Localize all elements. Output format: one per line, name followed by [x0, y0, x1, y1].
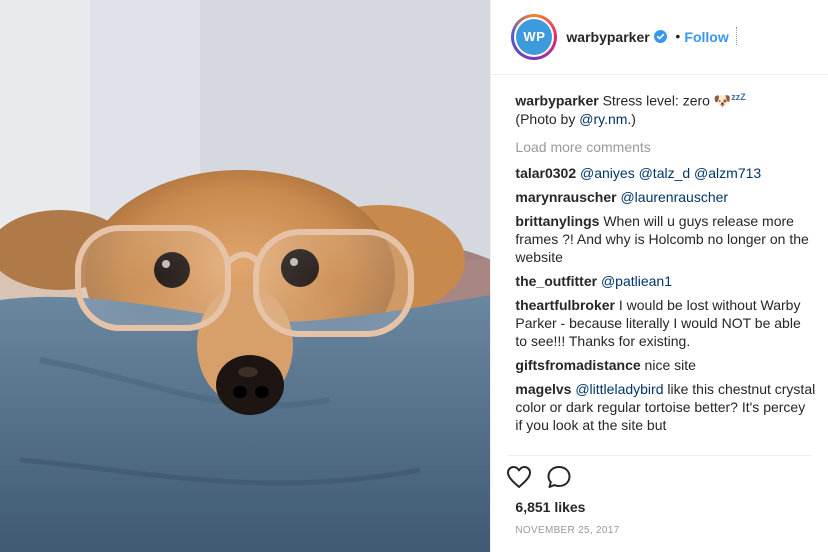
comment-row: marynrauscher @laurenrauscher: [515, 188, 815, 206]
comment-username[interactable]: brittanylings: [515, 213, 599, 229]
comment-mention[interactable]: @littleladybird: [575, 381, 663, 397]
comment-row: theartfulbroker I would be lost without …: [515, 296, 815, 350]
post-sidebar: WP warbyparker • Follow warbyparker Stre…: [490, 0, 828, 552]
divider: [507, 455, 813, 456]
follow-button[interactable]: Follow: [684, 29, 728, 45]
avatar: WP: [516, 19, 553, 55]
photo-credit-prefix: (Photo by: [515, 110, 580, 127]
comment-username[interactable]: talar0302: [515, 165, 576, 181]
comments-list[interactable]: warbyparker Stress level: zero 🐶zzZ (Pho…: [515, 88, 816, 452]
username-link[interactable]: warbyparker: [566, 29, 649, 45]
separator-dot: •: [675, 28, 681, 44]
avatar-frame: WP: [514, 17, 555, 57]
comment-username[interactable]: magelvs: [515, 381, 571, 397]
verified-badge-icon: [654, 30, 668, 43]
caption-text: Stress level: zero 🐶: [602, 92, 732, 109]
comment-row: the_outfitter @patliean1: [515, 272, 815, 290]
sleep-zzz-emoji: zzZ: [731, 92, 746, 102]
text-cursor: [736, 27, 738, 45]
caption-username[interactable]: warbyparker: [515, 93, 598, 109]
likes-count[interactable]: 6,851 likes: [515, 499, 585, 515]
post-header: WP warbyparker • Follow: [491, 0, 828, 75]
post-date[interactable]: NOVEMBER 25, 2017: [515, 525, 619, 536]
comment-row: talar0302 @aniyes @talz_d @alzm713: [515, 164, 815, 182]
instagram-post: WP warbyparker • Follow warbyparker Stre…: [0, 0, 828, 552]
post-photo[interactable]: [0, 0, 491, 552]
caption: warbyparker Stress level: zero 🐶zzZ (Pho…: [515, 88, 815, 128]
heart-icon[interactable]: [505, 463, 533, 491]
photo-credit-suffix: ): [631, 110, 636, 127]
comment-text: nice site: [644, 356, 696, 373]
comment-username[interactable]: the_outfitter: [515, 273, 597, 289]
load-more-comments-button[interactable]: Load more comments: [515, 138, 815, 156]
comment-username[interactable]: theartfulbroker: [515, 297, 615, 313]
comment-mention[interactable]: @aniyes @talz_d @alzm713: [580, 165, 761, 181]
comment-thread: talar0302 @aniyes @talz_d @alzm713 marynr…: [515, 164, 815, 434]
comment-mention[interactable]: @laurenrauscher: [620, 189, 728, 205]
scroll-fade: [515, 440, 816, 452]
comment-row: magelvs @littleladybird like this chestn…: [515, 380, 815, 434]
dog-photo-illustration: [0, 0, 491, 552]
comment-row: brittanylings When will u guys release m…: [515, 212, 815, 266]
comment-mention[interactable]: @patliean1: [601, 273, 672, 289]
comment-username[interactable]: marynrauscher: [515, 189, 616, 205]
story-ring[interactable]: WP: [511, 14, 558, 60]
photo-credit-mention[interactable]: @ry.nm.: [579, 111, 631, 127]
comment-icon[interactable]: [545, 463, 573, 491]
comment-username[interactable]: giftsfromadistance: [515, 357, 640, 373]
comment-row: giftsfromadistance nice site: [515, 356, 815, 374]
